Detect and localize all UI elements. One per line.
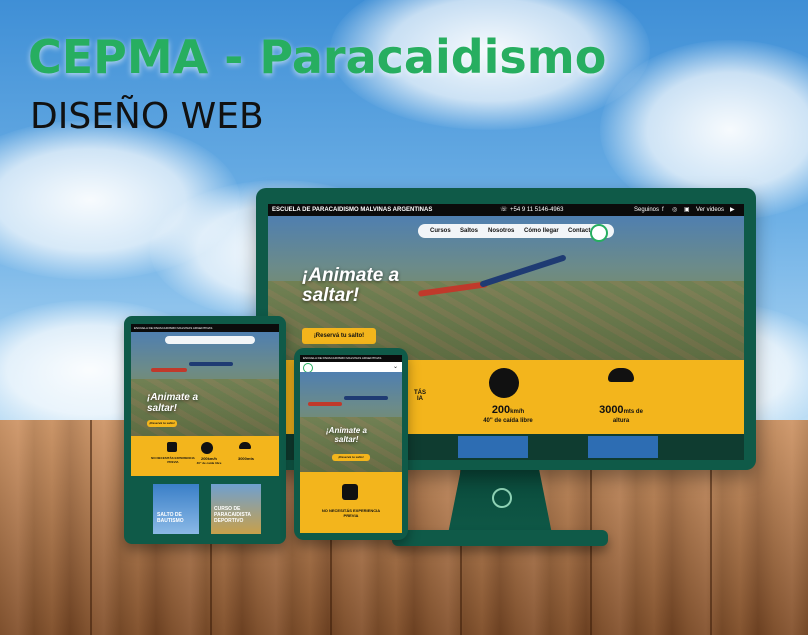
card-salto-bautismo[interactable]: SALTO DE BAUTISMO [153, 484, 199, 534]
tablet-hero-photo: ¡Animate a saltar! ¡Reservá tu salto! [131, 332, 279, 436]
phone-device: ESCUELA DE PARACAIDISMO MALVINAS ARGENTI… [294, 348, 408, 540]
facebook-icon[interactable]: f [662, 204, 664, 216]
tablet-cards: SALTO DE BAUTISMO CURSO DE PARACAIDISTA … [131, 476, 279, 536]
youtube-icon[interactable]: ▣ [684, 204, 690, 216]
tablet-hero-heading: ¡Animate a saltar! [147, 392, 199, 414]
phone-reserve-button[interactable]: ¡Reservá tu salto! [332, 454, 370, 461]
main-nav: Cursos Saltos Nosotros Cómo llegar Conta… [418, 224, 614, 238]
page-subtitle: DISEÑO WEB [30, 96, 264, 137]
phone-number[interactable]: +54 9 11 5146-4963 [510, 204, 563, 216]
tablet-device: ESCUELA DE PARACAIDISMO MALVINAS ARGENTI… [124, 316, 286, 544]
phone-header: ⌄ [300, 362, 402, 373]
tablet-stat-speed: 200km/h 40" de caída libre [196, 456, 222, 465]
parachute-icon [608, 368, 634, 382]
hero-photo: Cursos Saltos Nosotros Cómo llegar Conta… [268, 216, 744, 360]
monitor-base [392, 530, 608, 546]
card-preview[interactable] [458, 436, 528, 458]
phone-hero-heading: ¡Animate a saltar! [326, 426, 367, 444]
monitor-logo-icon [492, 488, 512, 508]
site-logo[interactable] [590, 224, 608, 242]
stat-speed: 200km/h 40" de caída libre [483, 404, 533, 424]
skydiver-blue [189, 362, 233, 366]
tablet-nav[interactable] [165, 336, 255, 344]
video-link[interactable]: Ver videos [696, 204, 724, 216]
phone-topbar: ESCUELA DE PARACAIDISMO MALVINAS ARGENTI… [300, 355, 402, 362]
tablet-stat-height: 3000mts [237, 456, 254, 461]
phone-screen: ESCUELA DE PARACAIDISMO MALVINAS ARGENTI… [300, 355, 402, 533]
follow-label: Seguinos [634, 207, 660, 213]
page-title: CEPMA - Paracaidismo [28, 30, 607, 84]
hero-line-1: ¡Animate a [302, 265, 400, 286]
nav-item-como-llegar[interactable]: Cómo llegar [524, 228, 559, 234]
nav-item-saltos[interactable]: Saltos [460, 228, 478, 234]
phone-stats-band: NO NECESITÁS EXPERIENCIA PREVIA [300, 472, 402, 533]
card-curso-paracaidista[interactable]: CURSO DE PARACAIDISTA DEPORTIVO [211, 484, 261, 534]
stat-left-partial: TÁS IA [414, 390, 426, 402]
chevron-down-icon[interactable]: ⌄ [393, 363, 398, 370]
skydiver-red [151, 368, 187, 372]
whatsapp-icon[interactable]: ☏ [500, 204, 508, 216]
parachute-icon [239, 442, 251, 449]
tablet-topbar: ESCUELA DE PARACAIDISMO MALVINAS ARGENTI… [131, 324, 279, 332]
tablet-reserve-button[interactable]: ¡Reservá tu salto! [147, 420, 177, 427]
card-preview[interactable] [588, 436, 658, 458]
hand-icon [167, 442, 177, 452]
skydiver-red [308, 402, 342, 406]
stat-height: 3000mts de altura [599, 404, 643, 424]
speedometer-icon [201, 442, 213, 454]
website-topbar: ESCUELA DE PARACAIDISMO MALVINAS ARGENTI… [268, 204, 744, 216]
phone-hero-photo: ¡Animate a saltar! ¡Reservá tu salto! [300, 372, 402, 472]
skydiver-blue [344, 396, 388, 400]
hand-icon [342, 484, 358, 500]
instagram-icon[interactable]: ◎ [672, 204, 677, 216]
tablet-screen: ESCUELA DE PARACAIDISMO MALVINAS ARGENTI… [131, 324, 279, 536]
nav-item-nosotros[interactable]: Nosotros [488, 228, 514, 234]
phone-stat: NO NECESITÁS EXPERIENCIA PREVIA [321, 508, 381, 518]
mockup-scene: CEPMA - Paracaidismo DISEÑO WEB ESCUELA … [0, 0, 808, 635]
nav-item-cursos[interactable]: Cursos [430, 228, 451, 234]
reserve-button[interactable]: ¡Reservá tu salto! [302, 328, 376, 344]
speedometer-icon [489, 368, 519, 398]
hero-heading: ¡Animate a saltar! [302, 266, 399, 306]
play-icon[interactable]: ▶ [730, 204, 735, 216]
hero-line-2: saltar! [302, 285, 360, 306]
tablet-stats-band: NO NECESITÁS EXPERIENCIA PREVIA 200km/h 4… [131, 436, 279, 476]
school-name: ESCUELA DE PARACAIDISMO MALVINAS ARGENTI… [272, 207, 433, 213]
